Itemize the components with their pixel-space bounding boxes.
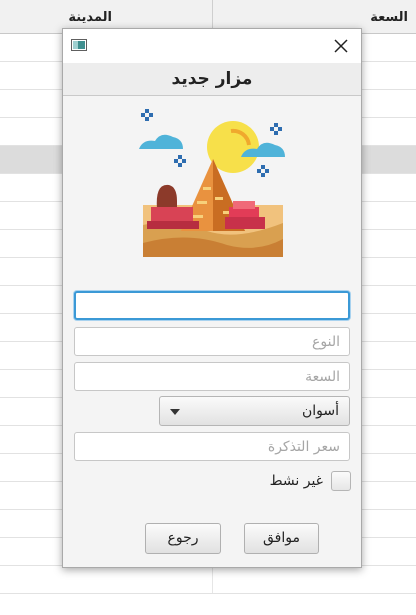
inactive-checkbox[interactable] (331, 471, 351, 491)
city-select[interactable]: أسوان (159, 396, 350, 426)
name-field[interactable] (74, 291, 350, 320)
ok-button[interactable]: موافق (244, 523, 319, 554)
dialog-titlebar[interactable] (63, 29, 361, 63)
dialog-header: مزار جديد (63, 63, 361, 96)
ticket-price-field[interactable] (74, 432, 350, 461)
column-header-city[interactable]: المدينة (68, 10, 112, 25)
table-row[interactable] (0, 566, 416, 594)
capacity-field[interactable] (74, 362, 350, 391)
close-icon[interactable] (331, 36, 351, 56)
type-field[interactable] (74, 327, 350, 356)
column-divider (212, 566, 213, 593)
column-header-capacity[interactable]: السعة (370, 10, 408, 25)
pyramid-illustration-icon (139, 109, 285, 257)
dialog-title: مزار جديد (171, 69, 253, 89)
window-app-icon (71, 39, 87, 51)
city-select-value: أسوان (301, 403, 339, 419)
inactive-checkbox-label[interactable]: غير نشط (270, 473, 323, 489)
back-button[interactable]: رجوع (145, 523, 221, 554)
chevron-down-icon (170, 409, 180, 415)
new-shrine-dialog: مزار جديد النوع السعة أسوان سعر التذكرة … (62, 28, 362, 568)
